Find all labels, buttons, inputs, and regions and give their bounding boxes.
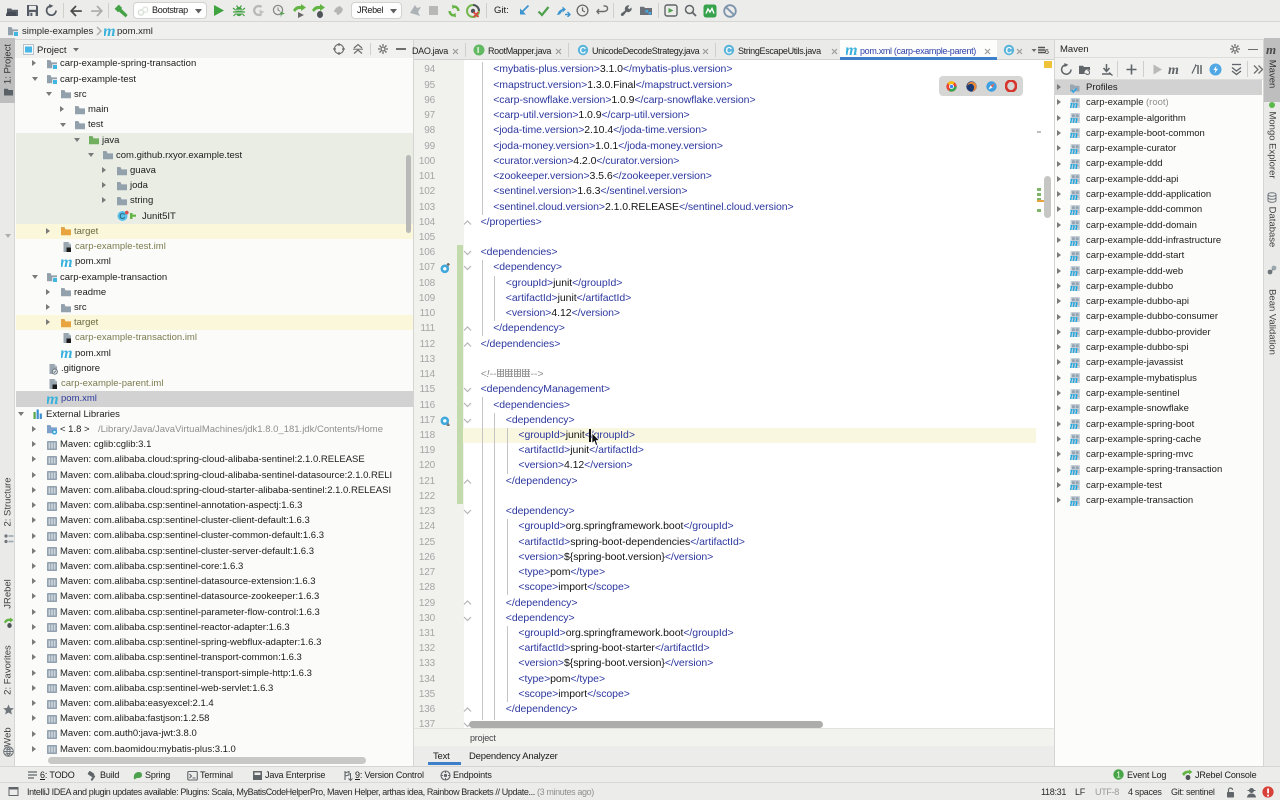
svg-text:m: m (1266, 43, 1276, 56)
svg-text:C: C (580, 45, 587, 55)
svg-text:m: m (1070, 329, 1078, 338)
svg-text:C: C (726, 45, 733, 55)
svg-text:m: m (104, 25, 116, 37)
svg-text:m: m (1070, 253, 1078, 262)
svg-text:m: m (1070, 391, 1078, 400)
svg-text:m: m (1070, 146, 1078, 155)
svg-text:m: m (1070, 238, 1078, 247)
svg-text:C: C (1006, 45, 1013, 55)
svg-text:m: m (1070, 207, 1078, 216)
svg-text:m: m (1070, 100, 1078, 109)
svg-text:m: m (1070, 482, 1078, 491)
svg-text:m: m (1070, 467, 1078, 476)
svg-text:I: I (477, 46, 479, 55)
svg-text:m: m (1070, 345, 1078, 354)
svg-text:m: m (1168, 63, 1179, 77)
svg-text:m: m (1070, 299, 1078, 308)
svg-text:m: m (1070, 268, 1078, 277)
svg-text:m: m (1070, 375, 1078, 384)
svg-text:m: m (1070, 115, 1078, 124)
svg-text:m: m (1070, 130, 1078, 139)
svg-text:m: m (1070, 192, 1078, 201)
svg-text:6: 6 (1045, 47, 1049, 55)
svg-text:m: m (47, 393, 59, 405)
svg-text:m: m (1070, 176, 1078, 185)
svg-text:m: m (1070, 283, 1078, 292)
svg-text:m: m (1070, 436, 1078, 445)
svg-text:m: m (1070, 421, 1078, 430)
svg-text:C: C (119, 211, 125, 221)
svg-text:m: m (1070, 161, 1078, 170)
svg-text:m: m (1070, 222, 1078, 231)
svg-text:m: m (1070, 360, 1078, 369)
svg-text:m: m (1070, 314, 1078, 323)
svg-text:m: m (61, 347, 73, 359)
svg-text:m: m (1070, 498, 1078, 507)
svg-text:m: m (846, 44, 858, 56)
svg-text:m: m (61, 256, 73, 268)
svg-text:1: 1 (1116, 770, 1121, 779)
svg-text:m: m (1070, 452, 1078, 461)
svg-text:m: m (1070, 406, 1078, 415)
